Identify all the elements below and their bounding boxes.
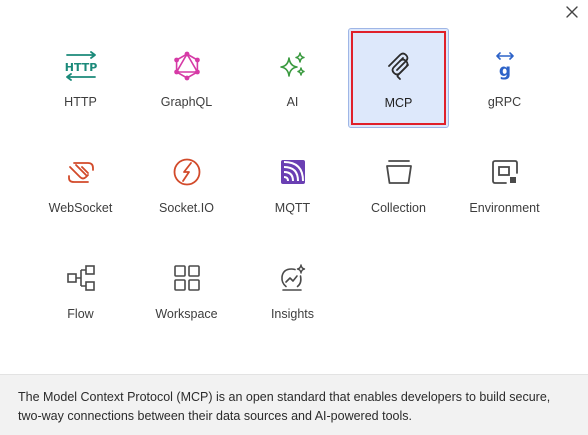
tile-label: Environment <box>469 201 540 215</box>
insights-icon <box>275 260 311 296</box>
http-icon: HTTP <box>63 48 99 84</box>
tile-mcp[interactable]: MCP <box>348 28 449 128</box>
description-footer: The Model Context Protocol (MCP) is an o… <box>0 374 588 435</box>
close-button[interactable] <box>562 2 582 22</box>
tile-label: HTTP <box>64 95 97 109</box>
tile-label: MQTT <box>274 201 311 215</box>
close-icon <box>566 6 578 18</box>
description-text: The Model Context Protocol (MCP) is an o… <box>18 390 551 423</box>
flow-icon <box>63 260 99 296</box>
tile-workspace[interactable]: Workspace <box>136 240 237 340</box>
workspace-icon <box>169 260 205 296</box>
tile-environment[interactable]: Environment <box>454 134 555 234</box>
tile-label: GraphQL <box>160 95 213 109</box>
grpc-icon: g <box>487 48 523 84</box>
tile-label: gRPC <box>487 95 522 109</box>
tile-websocket[interactable]: WebSocket <box>30 134 131 234</box>
tile-mqtt[interactable]: MQTT <box>242 134 343 234</box>
mcp-icon <box>381 49 417 85</box>
tile-label: Insights <box>270 307 315 321</box>
tile-collection[interactable]: Collection <box>348 134 449 234</box>
graphql-icon <box>169 48 205 84</box>
tile-ai[interactable]: AI <box>242 28 343 128</box>
svg-text:HTTP: HTTP <box>64 61 97 74</box>
tile-socketio[interactable]: Socket.IO <box>136 134 237 234</box>
new-item-dialog: HTTP HTTP GraphQL AI MCP g gRPC WebSocke… <box>0 0 588 435</box>
environment-icon <box>487 154 523 190</box>
tile-http[interactable]: HTTP HTTP <box>30 28 131 128</box>
websocket-icon <box>63 154 99 190</box>
mqtt-icon <box>275 154 311 190</box>
svg-text:g: g <box>498 61 510 81</box>
tile-label: Flow <box>67 307 94 321</box>
tile-grpc[interactable]: g gRPC <box>454 28 555 128</box>
socketio-icon <box>169 154 205 190</box>
tile-label: WebSocket <box>48 201 113 215</box>
tile-label: AI <box>286 95 299 109</box>
tile-label: Workspace <box>155 307 218 321</box>
tile-label: Collection <box>371 201 426 215</box>
tile-graphql[interactable]: GraphQL <box>136 28 237 128</box>
tile-flow[interactable]: Flow <box>30 240 131 340</box>
tile-insights[interactable]: Insights <box>242 240 343 340</box>
tile-label: MCP <box>384 96 413 110</box>
collection-icon <box>381 154 417 190</box>
tile-label: Socket.IO <box>159 201 214 215</box>
sparkles-icon <box>275 48 311 84</box>
